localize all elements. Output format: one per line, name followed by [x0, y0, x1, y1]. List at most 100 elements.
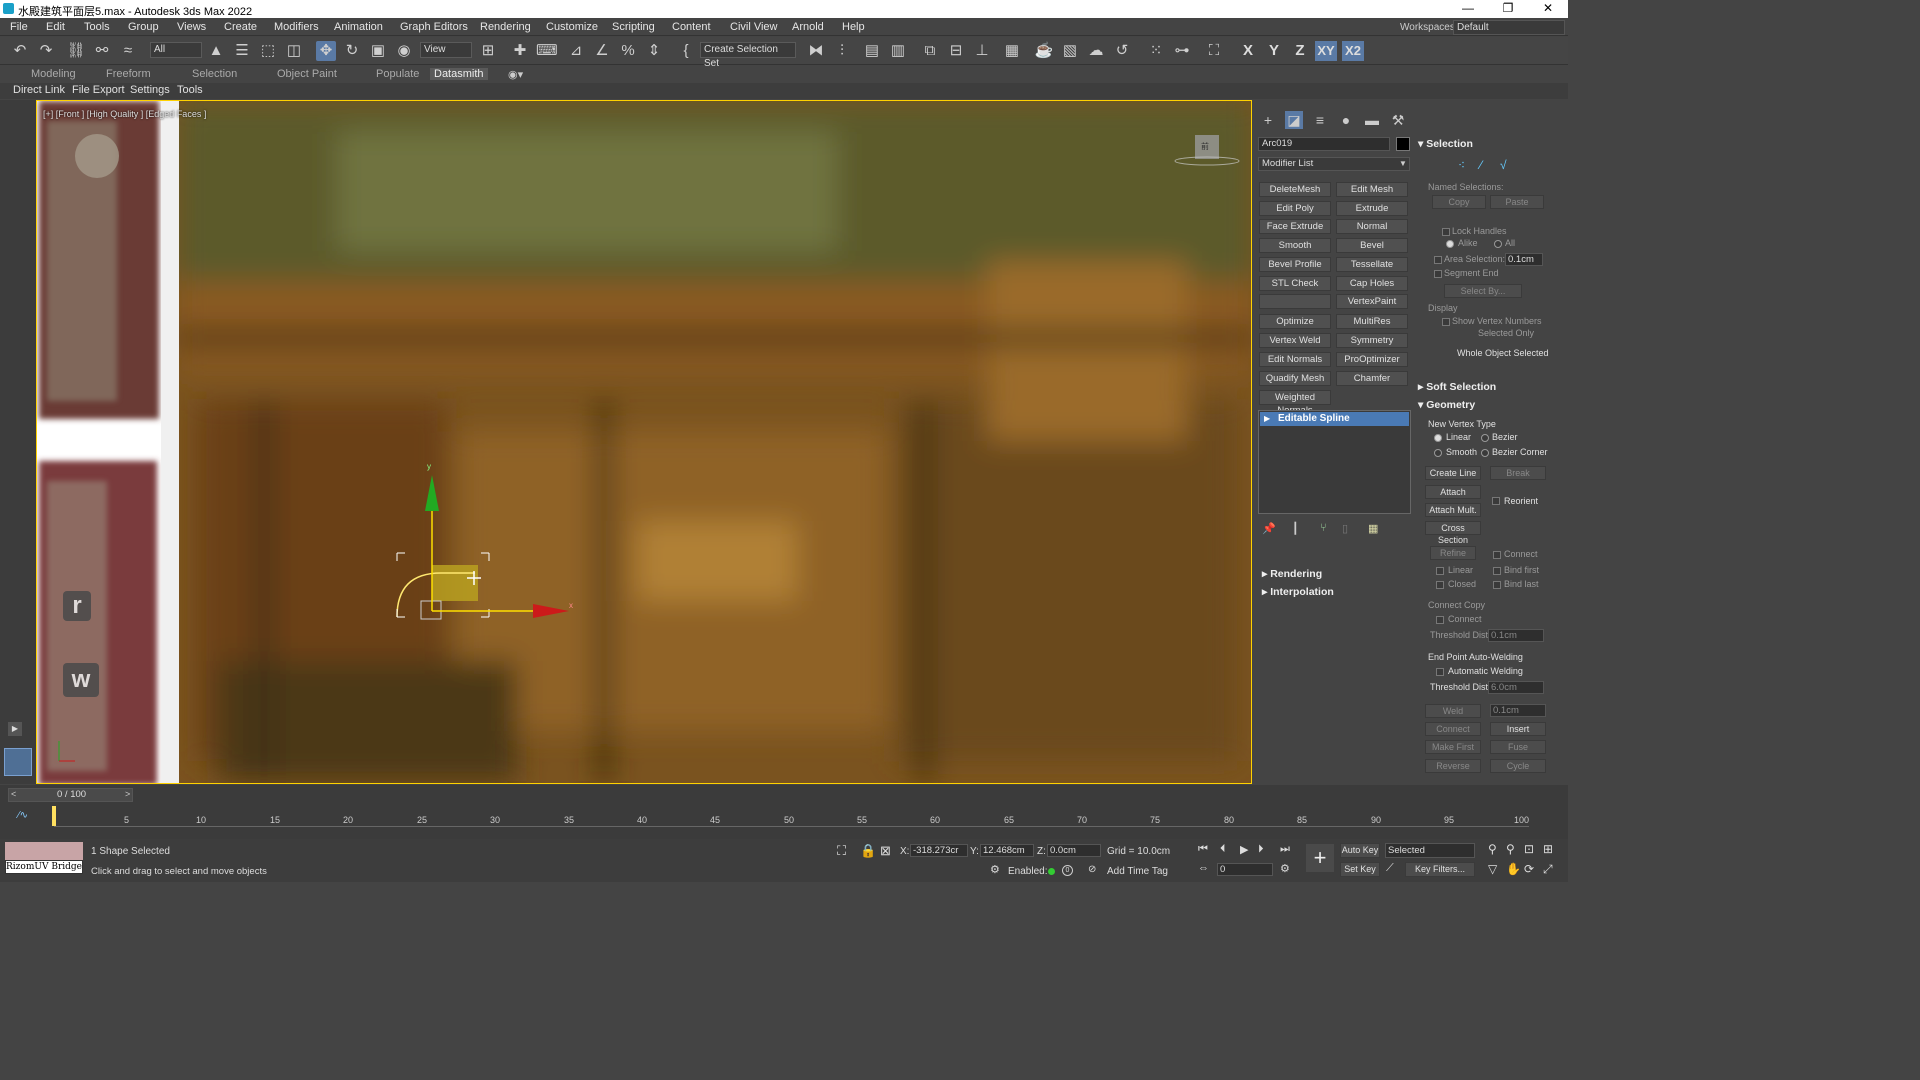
- closed-checkbox[interactable]: [1436, 581, 1444, 589]
- segment-mode-icon[interactable]: ⁄: [1480, 158, 1482, 172]
- menu-group[interactable]: Group: [128, 21, 159, 33]
- link-icon[interactable]: ⛓: [66, 41, 86, 61]
- select-move-icon[interactable]: ✥: [316, 41, 336, 61]
- align-icon[interactable]: ⫶: [832, 41, 852, 61]
- zoom-all-icon[interactable]: ⚲: [1506, 842, 1515, 856]
- mod-editnormals-button[interactable]: Edit Normals: [1259, 352, 1331, 367]
- rollout-interpolation[interactable]: ▸ Interpolation: [1262, 586, 1334, 598]
- auto-key-button[interactable]: Auto Key: [1340, 843, 1380, 858]
- weld-field[interactable]: 0.1cm: [1490, 704, 1546, 717]
- threshold-dist-field[interactable]: 0.1cm: [1488, 629, 1544, 642]
- axis-xz-button[interactable]: X2: [1342, 41, 1364, 61]
- menu-views[interactable]: Views: [177, 21, 206, 33]
- mod-bevelprofile-button[interactable]: Bevel Profile: [1259, 257, 1331, 272]
- edit-named-sel-icon[interactable]: {: [676, 41, 696, 61]
- curve-editor-icon[interactable]: ⧉: [920, 41, 940, 61]
- auto-weld-checkbox[interactable]: [1436, 668, 1444, 676]
- mod-multires-button[interactable]: MultiRes: [1336, 314, 1408, 329]
- add-time-tag-button[interactable]: Add Time Tag: [1107, 866, 1168, 877]
- lock-handles-checkbox[interactable]: [1442, 228, 1450, 236]
- mod-chamfer-button[interactable]: Chamfer: [1336, 371, 1408, 386]
- menu-civil-view[interactable]: Civil View: [730, 21, 777, 33]
- rendered-frame-icon[interactable]: ☕: [1034, 41, 1054, 61]
- reverse-button[interactable]: Reverse: [1425, 759, 1481, 773]
- z-coord-field[interactable]: 0.0cm: [1047, 844, 1101, 857]
- reorient-checkbox[interactable]: [1492, 497, 1500, 505]
- select-manipulate-icon[interactable]: ✚: [510, 41, 530, 61]
- mod-tessellate-button[interactable]: Tessellate: [1336, 257, 1408, 272]
- show-vertex-numbers-checkbox[interactable]: [1442, 318, 1450, 326]
- key-mode-toggle-icon[interactable]: ⇔: [1198, 862, 1209, 874]
- insert-button[interactable]: Insert: [1490, 722, 1546, 736]
- time-tag-toggle-icon[interactable]: ⊘: [1088, 864, 1096, 875]
- motion-tab-icon[interactable]: ●: [1337, 111, 1355, 129]
- select-scale-icon[interactable]: ▣: [368, 41, 388, 61]
- mod-stlcheck-button[interactable]: STL Check: [1259, 276, 1331, 291]
- minimize-button[interactable]: —: [1448, 0, 1488, 18]
- bezier-radio[interactable]: [1481, 434, 1489, 442]
- rollout-rendering[interactable]: ▸ Rendering: [1262, 568, 1322, 580]
- close-button[interactable]: ✕: [1528, 0, 1568, 18]
- x-coord-field[interactable]: -318.273cr: [910, 844, 968, 857]
- submenu-settings[interactable]: Settings: [130, 84, 170, 96]
- mod-faceextrude-button[interactable]: Face Extrude: [1259, 219, 1331, 234]
- rizomuv-bridge-button[interactable]: RizomUV Bridge: [5, 860, 83, 874]
- menu-animation[interactable]: Animation: [334, 21, 383, 33]
- refine-button[interactable]: Refine: [1430, 546, 1476, 560]
- rollout-soft-selection[interactable]: ▸ Soft Selection: [1418, 381, 1496, 393]
- make-unique-icon[interactable]: ⑂: [1320, 522, 1327, 534]
- snaps-toggle-icon[interactable]: ⊿: [566, 41, 586, 61]
- mod-optimize-button[interactable]: Optimize: [1259, 314, 1331, 329]
- named-selection-set-dropdown[interactable]: Create Selection Set: [700, 42, 796, 69]
- curve-editor-mini-icon[interactable]: ⁄∿: [18, 810, 28, 821]
- menu-help[interactable]: Help: [842, 21, 865, 33]
- connect-button[interactable]: Connect: [1425, 722, 1481, 736]
- menu-customize[interactable]: Customize: [546, 21, 598, 33]
- material-editor-icon[interactable]: ⊥: [972, 41, 992, 61]
- selection-filter-dropdown[interactable]: All: [150, 42, 202, 58]
- layer-explorer-icon[interactable]: ▤: [862, 41, 882, 61]
- place-icon[interactable]: ◉: [394, 41, 414, 61]
- axis-xy-button[interactable]: XY: [1315, 41, 1337, 61]
- select-by-name-icon[interactable]: ☰: [232, 41, 252, 61]
- menu-tools[interactable]: Tools: [84, 21, 110, 33]
- select-object-icon[interactable]: ▲: [206, 41, 226, 61]
- time-slider[interactable]: < 0 / 100 >: [8, 788, 133, 802]
- zoom-extents-icon[interactable]: ⊡: [1524, 842, 1534, 856]
- reference-coord-dropdown[interactable]: View: [420, 42, 472, 58]
- connect-checkbox[interactable]: [1493, 551, 1501, 559]
- adaptive-degradation-icon[interactable]: ⚙: [990, 863, 1000, 876]
- mod-vertexweld-button[interactable]: Vertex Weld: [1259, 333, 1331, 348]
- cycle-button[interactable]: Cycle: [1490, 759, 1546, 773]
- schematic-view-icon[interactable]: ⊟: [946, 41, 966, 61]
- spline-mode-icon[interactable]: √: [1500, 158, 1507, 172]
- configure-sets-icon[interactable]: ▦: [1368, 522, 1378, 535]
- attach-button[interactable]: Attach: [1425, 485, 1481, 499]
- mod-quadifymesh-button[interactable]: Quadify Mesh: [1259, 371, 1331, 386]
- select-rotate-icon[interactable]: ↻: [342, 41, 362, 61]
- rect-selection-icon[interactable]: ⬚: [258, 41, 278, 61]
- bind-last-checkbox[interactable]: [1493, 581, 1501, 589]
- redo-icon[interactable]: ↷: [36, 41, 56, 61]
- angle-snap-icon[interactable]: ∠: [592, 41, 612, 61]
- smooth-radio[interactable]: [1434, 449, 1442, 457]
- mod-editmesh-button[interactable]: Edit Mesh: [1336, 182, 1408, 197]
- percent-snap-icon[interactable]: %: [618, 41, 638, 61]
- rollout-selection[interactable]: ▾ Selection: [1418, 138, 1473, 150]
- absolute-mode-icon[interactable]: ⊠: [880, 843, 891, 859]
- threshold-dist2-field[interactable]: 6.0cm: [1488, 681, 1544, 694]
- submenu-direct-link[interactable]: Direct Link: [13, 84, 65, 96]
- menu-edit[interactable]: Edit: [46, 21, 65, 33]
- cross-section-button[interactable]: Cross Section: [1425, 521, 1481, 545]
- segment-end-checkbox[interactable]: [1434, 270, 1442, 278]
- pan-view-icon[interactable]: ✋: [1506, 862, 1521, 876]
- display-tab-icon[interactable]: ▬: [1363, 111, 1381, 129]
- submenu-tools[interactable]: Tools: [177, 84, 203, 96]
- axis-x-button[interactable]: X: [1237, 41, 1259, 61]
- menu-arnold[interactable]: Arnold: [792, 21, 824, 33]
- bind-first-checkbox[interactable]: [1493, 567, 1501, 575]
- default-tangents-icon[interactable]: ⟋: [1386, 862, 1394, 875]
- window-crossing-icon[interactable]: ◫: [284, 41, 304, 61]
- select-by-button[interactable]: Select By...: [1444, 284, 1522, 298]
- y-coord-field[interactable]: 12.468cm: [980, 844, 1034, 857]
